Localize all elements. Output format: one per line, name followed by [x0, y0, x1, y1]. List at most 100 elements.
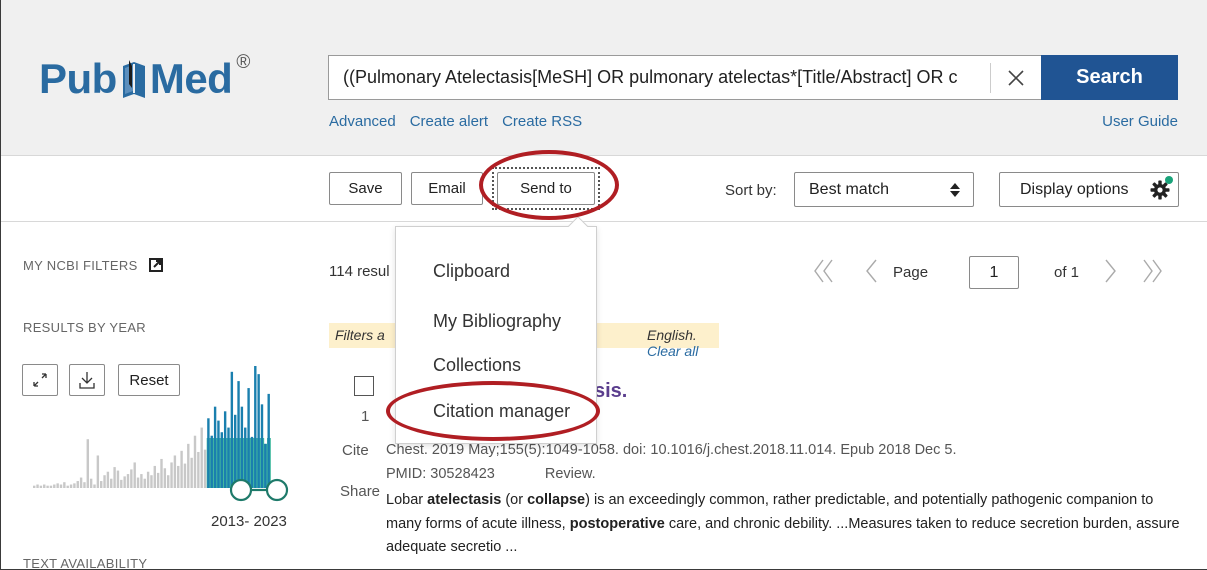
search-button[interactable]: Search	[1041, 55, 1178, 100]
search-links: Advanced Create alert Create RSS	[329, 113, 582, 130]
header: Pub Med ® ((Pulmonary Atelectasis[MeSH] …	[1, 0, 1207, 156]
sort-value: Best match	[809, 180, 890, 198]
histogram-bar	[100, 481, 103, 488]
page-frame: Pub Med ® ((Pulmonary Atelectasis[MeSH] …	[0, 0, 1207, 570]
share-button[interactable]: Share	[340, 483, 380, 500]
search-input[interactable]: ((Pulmonary Atelectasis[MeSH] OR pulmona…	[329, 56, 990, 99]
registered-mark: ®	[236, 52, 251, 73]
result-pmid-line: PMID: 30528423 Review.	[386, 466, 596, 482]
histogram-bar	[156, 472, 160, 488]
result-title[interactable]: sis.	[594, 380, 627, 403]
results-by-year-histogram[interactable]	[19, 360, 294, 502]
results-count: 114 resul	[329, 263, 390, 280]
histogram-bar	[190, 457, 193, 488]
snippet-highlight: collapse	[527, 492, 586, 508]
histogram-bar	[43, 484, 46, 488]
sort-by-label: Sort by:	[725, 182, 777, 199]
result-checkbox[interactable]	[354, 376, 374, 396]
histogram-bar	[240, 406, 244, 488]
histogram-bar	[200, 427, 203, 488]
display-options-button[interactable]: Display options	[999, 172, 1179, 207]
histogram-bar	[106, 471, 110, 488]
user-guide-link[interactable]: User Guide	[1102, 113, 1178, 130]
create-rss-link[interactable]: Create RSS	[502, 113, 582, 130]
create-alert-link[interactable]: Create alert	[410, 113, 488, 130]
histogram-bar	[264, 443, 267, 488]
histogram-bar	[120, 479, 123, 488]
histogram-bar	[140, 474, 143, 488]
send-to-collections[interactable]: Collections	[433, 355, 521, 376]
histogram-bar	[213, 406, 217, 488]
histogram-bar	[160, 458, 163, 488]
range-handle-end[interactable]	[265, 478, 289, 502]
histogram-bar	[110, 478, 113, 488]
send-to-clipboard[interactable]: Clipboard	[433, 261, 510, 282]
histogram-bar	[217, 420, 220, 488]
result-pmid: PMID: 30528423	[386, 466, 495, 482]
clear-all-filters-link[interactable]: Clear all	[647, 343, 698, 359]
histogram-bar	[103, 475, 106, 488]
histogram-bar	[143, 478, 146, 488]
save-button[interactable]: Save	[329, 172, 402, 205]
histogram-bar	[59, 484, 63, 488]
snippet-text: (or	[501, 492, 528, 508]
send-to-button[interactable]: Send to	[497, 172, 595, 205]
histogram-bar	[163, 468, 167, 488]
histogram-bar	[177, 465, 180, 488]
histogram-bar	[173, 455, 177, 488]
notification-dot	[1165, 176, 1173, 184]
histogram-bar	[207, 418, 210, 488]
filters-text-left: Filters a	[335, 327, 385, 343]
histogram-bar	[96, 455, 100, 488]
histogram-bar	[146, 471, 150, 488]
histogram-bar	[223, 411, 227, 488]
filters-text-right: English. Clear all	[647, 327, 719, 359]
histogram-bar	[33, 485, 36, 488]
pubmed-logo[interactable]: Pub Med ®	[39, 52, 250, 100]
external-link-icon[interactable]	[149, 258, 164, 275]
clear-search-icon[interactable]	[991, 56, 1041, 99]
text-availability-heading: TEXT AVAILABILITY	[23, 556, 148, 570]
histogram-bar	[260, 404, 264, 488]
filters-language: English.	[647, 327, 697, 343]
previous-page-icon[interactable]	[864, 258, 878, 284]
publication-type: Review.	[544, 466, 596, 482]
histogram-bar	[153, 465, 156, 488]
results-by-year-heading: RESULTS BY YEAR	[23, 320, 146, 335]
histogram-bar	[63, 482, 66, 488]
send-to-dropdown: Clipboard My Bibliography Collections Ci…	[395, 226, 597, 444]
histogram-bar	[36, 484, 39, 488]
range-handle-start[interactable]	[229, 478, 253, 502]
cite-button[interactable]: Cite	[342, 442, 369, 459]
histogram-bar	[234, 414, 237, 488]
sort-select[interactable]: Best match	[794, 172, 974, 207]
send-to-my-bibliography[interactable]: My Bibliography	[433, 311, 561, 332]
search-box: ((Pulmonary Atelectasis[MeSH] OR pulmona…	[328, 55, 1041, 100]
histogram-bar	[93, 484, 96, 488]
send-to-citation-manager[interactable]: Citation manager	[433, 401, 570, 422]
page-label: Page	[893, 264, 929, 281]
my-ncbi-filters-heading: MY NCBI FILTERS	[23, 258, 164, 275]
next-page-icon[interactable]	[1104, 258, 1118, 284]
total-pages: of 1	[1054, 264, 1080, 281]
histogram-bar	[136, 477, 140, 488]
histogram-bar	[76, 481, 79, 488]
histogram-bar	[167, 475, 170, 488]
histogram-bar	[86, 439, 89, 488]
my-ncbi-filters-label: MY NCBI FILTERS	[23, 258, 138, 273]
email-button[interactable]: Email	[411, 172, 483, 205]
advanced-link[interactable]: Advanced	[329, 113, 396, 130]
histogram-bar	[46, 485, 49, 488]
first-page-icon[interactable]	[813, 258, 835, 284]
last-page-icon[interactable]	[1141, 258, 1163, 284]
histogram-bar	[267, 393, 270, 488]
snippet-highlight: atelectasis	[427, 492, 502, 508]
page-number-input[interactable]: 1	[969, 256, 1019, 289]
histogram-bar	[39, 485, 43, 488]
histogram-bar	[56, 483, 59, 488]
histogram-bar	[193, 435, 197, 488]
histogram-bar	[197, 451, 200, 488]
histogram-bar	[250, 436, 254, 488]
histogram-bar	[180, 450, 183, 488]
histogram-bar	[69, 484, 73, 488]
